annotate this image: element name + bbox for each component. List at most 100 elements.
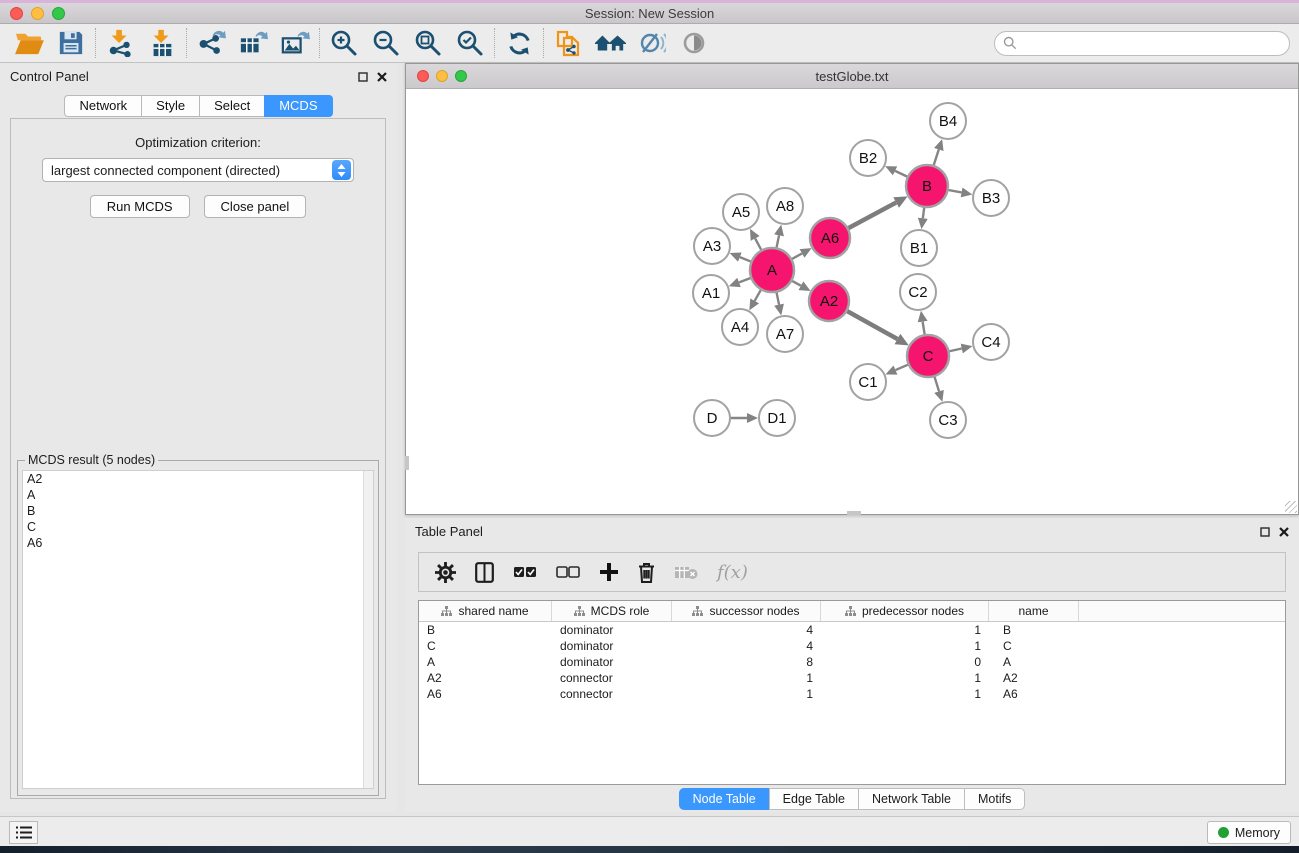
- criterion-select[interactable]: largest connected component (directed): [42, 158, 354, 182]
- graph-node-label: A: [767, 262, 777, 279]
- table-cell[interactable]: connector: [552, 671, 672, 685]
- zoom-out-icon[interactable]: [365, 26, 407, 60]
- float-panel-icon[interactable]: [358, 72, 368, 82]
- tab-mcds[interactable]: MCDS: [264, 95, 332, 117]
- table-cell[interactable]: B: [989, 623, 1079, 637]
- network-hscroll-hint[interactable]: [847, 511, 861, 515]
- tab-network-table[interactable]: Network Table: [858, 788, 964, 810]
- table-cell[interactable]: 1: [672, 687, 821, 701]
- network-resize-grip[interactable]: [1285, 501, 1297, 513]
- table-row[interactable]: A2connector11A2: [419, 670, 1285, 686]
- zoom-selected-icon[interactable]: [449, 26, 491, 60]
- search-field[interactable]: [994, 31, 1290, 56]
- mcds-result-item[interactable]: B: [23, 503, 373, 519]
- tab-style[interactable]: Style: [141, 95, 199, 117]
- add-column-icon[interactable]: [599, 562, 619, 582]
- table-cell[interactable]: dominator: [552, 639, 672, 653]
- table-cell[interactable]: A2: [989, 671, 1079, 685]
- tab-select[interactable]: Select: [199, 95, 264, 117]
- open-session-icon[interactable]: [8, 26, 50, 60]
- table-cell[interactable]: A6: [989, 687, 1079, 701]
- column-header-shared-name[interactable]: shared name: [419, 601, 552, 621]
- table-row[interactable]: Bdominator41B: [419, 622, 1285, 638]
- zoom-fit-icon[interactable]: [407, 26, 449, 60]
- table-cell[interactable]: 1: [672, 671, 821, 685]
- network-vscroll-hint[interactable]: [405, 456, 409, 470]
- column-header-name[interactable]: name: [989, 601, 1079, 621]
- deselect-all-icon[interactable]: [556, 566, 580, 578]
- delete-table-icon[interactable]: [674, 565, 698, 580]
- table-cell[interactable]: 4: [672, 623, 821, 637]
- delete-column-icon[interactable]: [638, 562, 655, 583]
- clone-network-icon[interactable]: [547, 26, 589, 60]
- table-cell[interactable]: dominator: [552, 623, 672, 637]
- column-header-successor-nodes[interactable]: successor nodes: [672, 601, 821, 621]
- task-history-button[interactable]: [9, 821, 38, 844]
- refresh-icon[interactable]: [498, 26, 540, 60]
- hide-details-icon[interactable]: [631, 26, 673, 60]
- mcds-result-item[interactable]: A2: [23, 471, 373, 487]
- control-panel: Control Panel Network Style Select MCDS …: [0, 63, 397, 812]
- search-input[interactable]: [1022, 36, 1281, 50]
- mcds-result-list[interactable]: A2ABCA6: [22, 470, 374, 789]
- table-cell[interactable]: 1: [821, 687, 989, 701]
- table-cell[interactable]: C: [989, 639, 1079, 653]
- table-cell[interactable]: A6: [419, 687, 552, 701]
- table-cell[interactable]: 4: [672, 639, 821, 653]
- table-cell[interactable]: connector: [552, 687, 672, 701]
- table-cell[interactable]: dominator: [552, 655, 672, 669]
- function-builder-icon[interactable]: f(x): [717, 562, 748, 583]
- home-view-icon[interactable]: [589, 26, 631, 60]
- table-cell[interactable]: 8: [672, 655, 821, 669]
- export-image-icon[interactable]: [274, 26, 316, 60]
- close-table-panel-icon[interactable]: [1279, 527, 1289, 537]
- table-row[interactable]: Cdominator41C: [419, 638, 1285, 654]
- close-panel-icon[interactable]: [377, 72, 387, 82]
- memory-button[interactable]: Memory: [1207, 821, 1291, 844]
- gear-icon[interactable]: [435, 562, 456, 583]
- save-session-icon[interactable]: [50, 26, 92, 60]
- mcds-list-scrollbar[interactable]: [363, 471, 373, 788]
- memory-status-icon: [1218, 827, 1229, 838]
- float-table-panel-icon[interactable]: [1260, 527, 1270, 537]
- show-eye-icon[interactable]: [673, 26, 715, 60]
- table-cell[interactable]: A2: [419, 671, 552, 685]
- export-network-icon[interactable]: [190, 26, 232, 60]
- mcds-result-item[interactable]: C: [23, 519, 373, 535]
- zoom-in-icon[interactable]: [323, 26, 365, 60]
- table-cell[interactable]: C: [419, 639, 552, 653]
- table-row[interactable]: Adominator80A: [419, 654, 1285, 670]
- network-graph[interactable]: B4B2BB3B1A5A8A6A3AA1C2A2A4A7CC4C1C3DD1: [406, 89, 1298, 514]
- graph-edge[interactable]: [845, 310, 898, 339]
- table-row[interactable]: A6connector11A6: [419, 686, 1285, 702]
- run-mcds-button[interactable]: Run MCDS: [90, 195, 190, 218]
- select-all-icon[interactable]: [513, 566, 537, 578]
- graph-edge[interactable]: [846, 203, 896, 230]
- tab-network[interactable]: Network: [64, 95, 141, 117]
- table-cell[interactable]: B: [419, 623, 552, 637]
- column-header-mcds-role[interactable]: MCDS role: [552, 601, 672, 621]
- mcds-result-item[interactable]: A6: [23, 535, 373, 551]
- tab-edge-table[interactable]: Edge Table: [769, 788, 858, 810]
- graph-node-label: D1: [767, 410, 786, 427]
- table-cell[interactable]: A: [989, 655, 1079, 669]
- table-cell[interactable]: A: [419, 655, 552, 669]
- import-network-icon[interactable]: [99, 26, 141, 60]
- table-cell[interactable]: 1: [821, 639, 989, 653]
- table-cell[interactable]: 0: [821, 655, 989, 669]
- tab-node-table[interactable]: Node Table: [679, 788, 769, 810]
- table-body[interactable]: Bdominator41BCdominator41CAdominator80AA…: [419, 622, 1285, 702]
- mcds-result-item[interactable]: A: [23, 487, 373, 503]
- columns-icon[interactable]: [475, 562, 494, 583]
- network-window-titlebar[interactable]: testGlobe.txt: [406, 64, 1298, 89]
- import-table-icon[interactable]: [141, 26, 183, 60]
- network-canvas[interactable]: B4B2BB3B1A5A8A6A3AA1C2A2A4A7CC4C1C3DD1: [406, 89, 1298, 514]
- column-header-predecessor-nodes[interactable]: predecessor nodes: [821, 601, 989, 621]
- close-panel-button[interactable]: Close panel: [204, 195, 307, 218]
- graph-node-label: C1: [858, 374, 877, 391]
- tab-motifs[interactable]: Motifs: [964, 788, 1025, 810]
- table-cell[interactable]: 1: [821, 671, 989, 685]
- table-cell[interactable]: 1: [821, 623, 989, 637]
- node-table[interactable]: shared name MCDS role successor nodes pr…: [418, 600, 1286, 785]
- export-table-icon[interactable]: [232, 26, 274, 60]
